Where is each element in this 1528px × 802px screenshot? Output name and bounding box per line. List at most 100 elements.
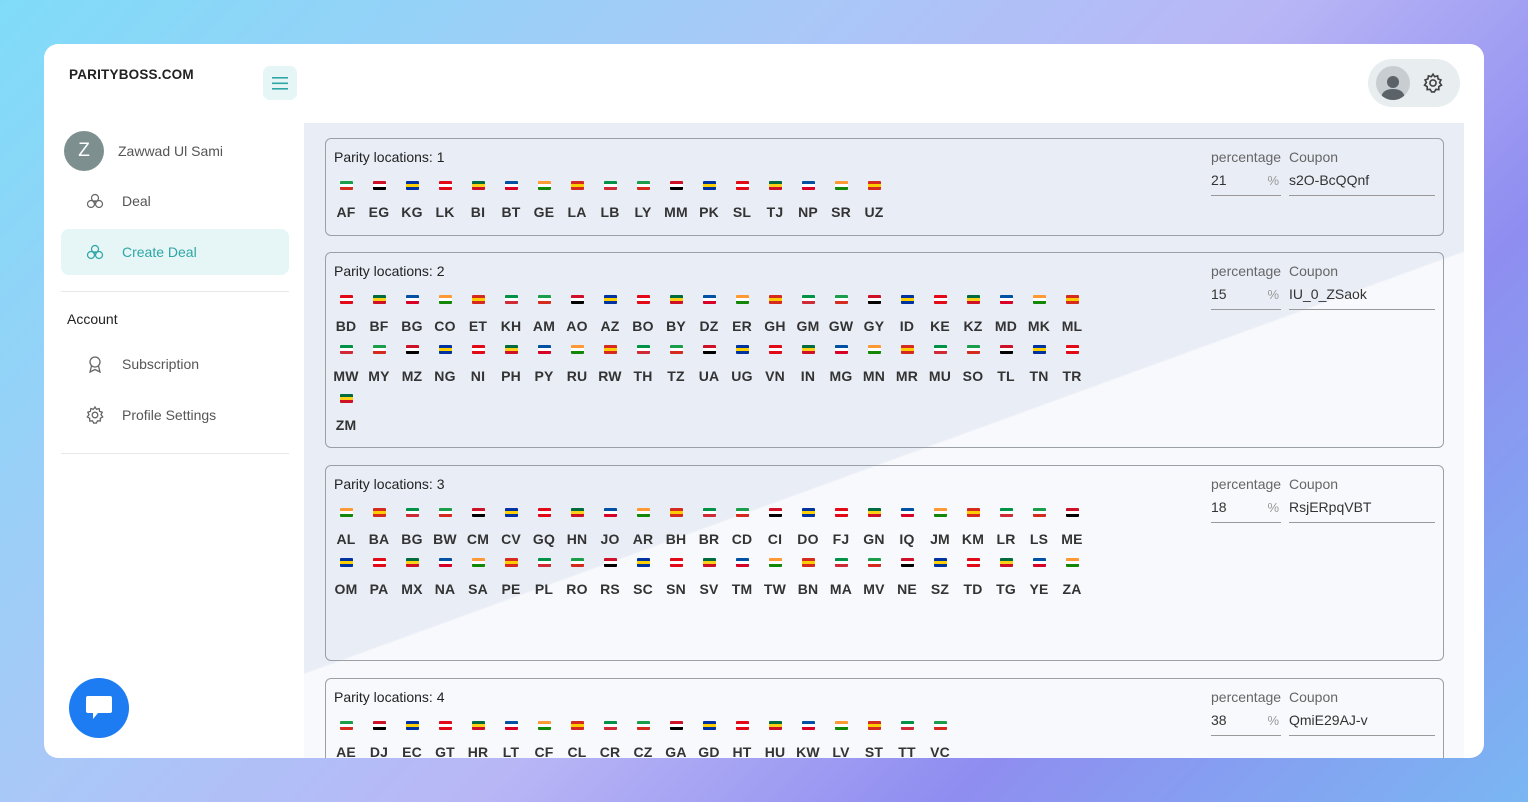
country-item[interactable]: AO (564, 291, 590, 341)
country-item[interactable]: ME (1059, 504, 1085, 554)
country-item[interactable]: GY (861, 291, 887, 341)
country-item[interactable]: IN (795, 341, 821, 391)
country-item[interactable]: AM (531, 291, 557, 341)
country-item[interactable]: LB (597, 177, 623, 227)
brand-logo[interactable]: PARITYBOSS.COM (69, 67, 194, 82)
coupon-input[interactable] (1289, 172, 1433, 188)
country-item[interactable]: NA (432, 554, 458, 604)
country-item[interactable]: MZ (399, 341, 425, 391)
country-item[interactable]: BA (366, 504, 392, 554)
country-item[interactable]: MA (828, 554, 854, 604)
country-item[interactable]: TH (630, 341, 656, 391)
country-item[interactable]: GT (432, 717, 458, 758)
country-item[interactable]: AZ (597, 291, 623, 341)
country-item[interactable]: RU (564, 341, 590, 391)
country-item[interactable]: SN (663, 554, 689, 604)
country-item[interactable]: MM (663, 177, 689, 227)
country-item[interactable]: RO (564, 554, 590, 604)
country-item[interactable]: CI (762, 504, 788, 554)
country-item[interactable]: ID (894, 291, 920, 341)
country-item[interactable]: AL (333, 504, 359, 554)
country-item[interactable]: AF (333, 177, 359, 227)
country-item[interactable]: RW (597, 341, 623, 391)
country-item[interactable]: UG (729, 341, 755, 391)
country-item[interactable]: OM (333, 554, 359, 604)
country-item[interactable]: KH (498, 291, 524, 341)
settings-button[interactable] (1420, 70, 1446, 96)
country-item[interactable]: MK (1026, 291, 1052, 341)
country-item[interactable]: PE (498, 554, 524, 604)
sidebar-item-subscription[interactable]: Subscription (61, 341, 289, 387)
country-item[interactable]: MY (366, 341, 392, 391)
menu-toggle-button[interactable] (263, 66, 297, 100)
country-item[interactable]: EG (366, 177, 392, 227)
country-item[interactable]: HT (729, 717, 755, 758)
country-item[interactable]: TW (762, 554, 788, 604)
country-item[interactable]: MR (894, 341, 920, 391)
country-item[interactable]: UA (696, 341, 722, 391)
country-item[interactable]: SV (696, 554, 722, 604)
country-item[interactable]: PL (531, 554, 557, 604)
country-item[interactable]: BT (498, 177, 524, 227)
country-item[interactable]: GQ (531, 504, 557, 554)
country-item[interactable]: CD (729, 504, 755, 554)
country-item[interactable]: BG (399, 291, 425, 341)
country-item[interactable]: LT (498, 717, 524, 758)
country-item[interactable]: FJ (828, 504, 854, 554)
country-item[interactable]: KG (399, 177, 425, 227)
country-item[interactable]: BO (630, 291, 656, 341)
percentage-input[interactable] (1211, 172, 1261, 188)
coupon-input[interactable] (1289, 286, 1433, 302)
country-item[interactable]: NI (465, 341, 491, 391)
country-item[interactable]: SO (960, 341, 986, 391)
country-item[interactable]: BI (465, 177, 491, 227)
country-item[interactable]: GW (828, 291, 854, 341)
country-item[interactable]: CM (465, 504, 491, 554)
country-item[interactable]: MW (333, 341, 359, 391)
country-item[interactable]: LS (1026, 504, 1052, 554)
country-item[interactable]: LK (432, 177, 458, 227)
country-item[interactable]: CV (498, 504, 524, 554)
country-item[interactable]: HR (465, 717, 491, 758)
percentage-input[interactable] (1211, 499, 1261, 515)
country-item[interactable]: VN (762, 341, 788, 391)
country-item[interactable]: ML (1059, 291, 1085, 341)
country-item[interactable]: TD (960, 554, 986, 604)
country-item[interactable]: MU (927, 341, 953, 391)
chat-button[interactable] (69, 678, 129, 738)
country-item[interactable]: NP (795, 177, 821, 227)
country-item[interactable]: TJ (762, 177, 788, 227)
country-item[interactable]: IQ (894, 504, 920, 554)
country-item[interactable]: BH (663, 504, 689, 554)
sidebar-item-deal[interactable]: Deal (61, 178, 289, 224)
country-item[interactable]: SR (828, 177, 854, 227)
country-item[interactable]: LV (828, 717, 854, 758)
sidebar-item-profile-settings[interactable]: Profile Settings (61, 392, 289, 438)
country-item[interactable]: MN (861, 341, 887, 391)
country-item[interactable]: CZ (630, 717, 656, 758)
country-item[interactable]: TN (1026, 341, 1052, 391)
country-item[interactable]: NE (894, 554, 920, 604)
country-item[interactable]: ZM (333, 390, 359, 440)
country-item[interactable]: CR (597, 717, 623, 758)
country-item[interactable]: UZ (861, 177, 887, 227)
percentage-input[interactable] (1211, 286, 1261, 302)
country-item[interactable]: GD (696, 717, 722, 758)
country-item[interactable]: ER (729, 291, 755, 341)
user-avatar-button[interactable] (1376, 66, 1410, 100)
country-item[interactable]: PH (498, 341, 524, 391)
country-item[interactable]: RS (597, 554, 623, 604)
country-item[interactable]: TR (1059, 341, 1085, 391)
country-item[interactable]: CL (564, 717, 590, 758)
country-item[interactable]: BN (795, 554, 821, 604)
country-item[interactable]: NG (432, 341, 458, 391)
country-item[interactable]: JM (927, 504, 953, 554)
country-item[interactable]: KE (927, 291, 953, 341)
user-profile[interactable]: Z Zawwad Ul Sami (64, 131, 223, 171)
country-item[interactable]: SZ (927, 554, 953, 604)
country-item[interactable]: CO (432, 291, 458, 341)
country-item[interactable]: MG (828, 341, 854, 391)
country-item[interactable]: MD (993, 291, 1019, 341)
country-item[interactable]: EC (399, 717, 425, 758)
country-item[interactable]: TT (894, 717, 920, 758)
